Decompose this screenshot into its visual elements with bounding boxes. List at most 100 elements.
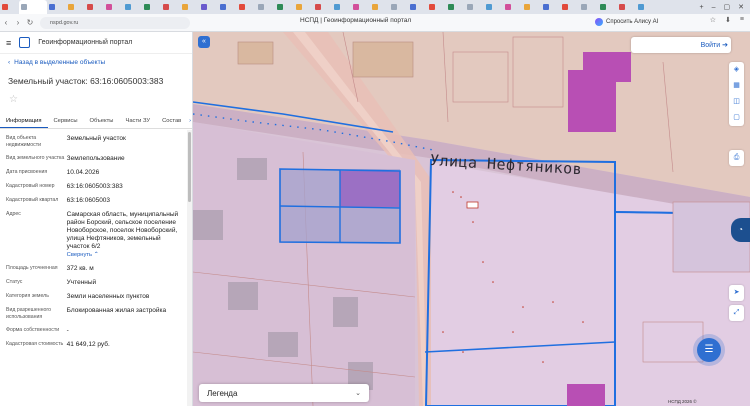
tab-parcel-parts[interactable]: Части ЗУ <box>119 113 156 128</box>
tab-favicon-icon <box>21 4 27 10</box>
browser-tab[interactable] <box>199 0 218 14</box>
attr-key: Кадастровая стоимость <box>6 341 64 347</box>
browser-tab[interactable] <box>180 0 199 14</box>
browser-tab[interactable] <box>294 0 313 14</box>
tab-favicon-icon <box>562 4 568 10</box>
marker-rect <box>466 201 479 209</box>
browser-tab[interactable] <box>256 0 275 14</box>
login-button[interactable]: Войти ➔ <box>701 41 728 49</box>
browser-tab[interactable] <box>351 0 370 14</box>
attr-value[interactable]: 63:16:0605003 <box>67 197 184 205</box>
chat-support-button[interactable]: ☰ <box>697 338 721 362</box>
tab-information[interactable]: Информация <box>0 113 48 128</box>
side-drawer-button[interactable]: ◔ <box>731 218 750 242</box>
layers-icon[interactable]: ◈ <box>729 62 744 78</box>
maximize-icon[interactable]: ▢ <box>724 3 731 11</box>
collapse-address-link[interactable]: Свернуть ⌃ <box>67 251 184 259</box>
basemap-icon[interactable]: ▦ <box>729 78 744 94</box>
browser-tab[interactable] <box>66 0 85 14</box>
browser-tab[interactable] <box>465 0 484 14</box>
panel-scrollbar-thumb[interactable] <box>188 132 191 202</box>
tab-services[interactable]: Сервисы <box>48 113 84 128</box>
minimize-icon[interactable]: – <box>712 4 716 11</box>
back-to-selected-link[interactable]: ‹ Назад в выделенные объекты <box>8 59 105 66</box>
tab-favicon-icon <box>201 4 207 10</box>
browser-tab[interactable] <box>541 0 560 14</box>
browser-tab[interactable] <box>522 0 541 14</box>
legend-label: Легенда <box>207 388 238 398</box>
measure-icon[interactable]: ◫ <box>729 94 744 110</box>
browser-tab[interactable] <box>237 0 256 14</box>
bookmark-icon[interactable]: ☆ <box>710 16 716 24</box>
attr-value: Земли населенных пунктов <box>66 293 150 300</box>
browser-tab[interactable] <box>446 0 465 14</box>
browser-tab[interactable] <box>47 0 66 14</box>
browser-tab[interactable] <box>85 0 104 14</box>
browser-tab[interactable] <box>123 0 142 14</box>
attr-row: Вид разрешенного использования Блокирова… <box>6 307 184 321</box>
browser-tab[interactable] <box>332 0 351 14</box>
attr-value: 10.04.2026 <box>66 169 100 176</box>
download-icon[interactable]: ⬇ <box>725 16 731 24</box>
attr-value: 41 649,12 руб. <box>66 341 110 348</box>
attr-row: Статус Учтенный <box>6 279 184 287</box>
login-arrow-icon: ➔ <box>722 42 728 49</box>
browser-tab[interactable] <box>389 0 408 14</box>
browser-tab[interactable] <box>104 0 123 14</box>
favorite-star-icon[interactable]: ☆ <box>9 94 18 105</box>
chevron-up-icon: ⌃ <box>93 252 99 258</box>
close-icon[interactable]: ✕ <box>738 3 744 11</box>
browser-tab[interactable] <box>636 0 655 14</box>
tab-favicon-icon <box>524 4 530 10</box>
tab-favicon-icon <box>87 4 93 10</box>
browser-tab[interactable] <box>560 0 579 14</box>
hamburger-menu-icon[interactable]: ≡ <box>6 38 11 48</box>
browser-tab[interactable] <box>427 0 446 14</box>
attr-row: Кадастровая стоимость 41 649,12 руб. <box>6 341 184 349</box>
tab-favicon-icon <box>581 4 587 10</box>
tab-favicon-icon <box>638 4 644 10</box>
attr-value: 372 кв. м <box>66 265 94 272</box>
new-tab-icon[interactable]: + <box>700 4 704 11</box>
fullscreen-icon[interactable]: ⤢ <box>729 305 744 321</box>
reload-icon[interactable]: ↻ <box>24 18 36 27</box>
menu-icon[interactable]: ≡ <box>740 16 744 24</box>
tab-favicon-icon <box>277 4 283 10</box>
browser-tab[interactable] <box>617 0 636 14</box>
browser-tab[interactable] <box>161 0 180 14</box>
tab-favicon-icon <box>486 4 492 10</box>
browser-tab[interactable] <box>19 0 47 14</box>
browser-tab[interactable] <box>598 0 617 14</box>
draw-icon[interactable]: ▢ <box>729 110 744 126</box>
attr-key: Площадь уточненная <box>6 265 58 271</box>
forward-icon[interactable]: › <box>12 18 24 27</box>
browser-tab[interactable] <box>408 0 427 14</box>
browser-tab[interactable] <box>142 0 161 14</box>
browser-tab[interactable] <box>275 0 294 14</box>
attr-value[interactable]: 63:16:0605003:383 <box>67 183 184 191</box>
tab-objects[interactable]: Объекты <box>84 113 120 128</box>
map-canvas[interactable] <box>193 32 750 406</box>
tab-composition[interactable]: Состав <box>156 113 187 128</box>
ask-alice-button[interactable]: Спросить Алису AI <box>595 16 658 28</box>
browser-tab[interactable] <box>370 0 389 14</box>
attr-key: Кадастровый квартал <box>6 197 59 203</box>
tab-favicon-icon <box>448 4 454 10</box>
browser-tab[interactable] <box>218 0 237 14</box>
collapse-panel-button[interactable]: « <box>198 36 210 48</box>
browser-tab[interactable] <box>0 0 19 14</box>
address-value: Самарская область, муниципальный район Б… <box>66 211 179 250</box>
browser-tab[interactable] <box>503 0 522 14</box>
browser-tab[interactable] <box>579 0 598 14</box>
back-icon[interactable]: ‹ <box>0 18 12 27</box>
attr-key: Вид объекта недвижимости <box>6 135 42 148</box>
legend-dropdown[interactable]: Легенда ⌄ <box>199 384 369 402</box>
tab-favicon-icon <box>68 4 74 10</box>
tab-favicon-icon <box>125 4 131 10</box>
print-icon[interactable]: ⎙ <box>729 150 744 166</box>
locate-icon[interactable]: ➤ <box>729 285 744 301</box>
browser-tab[interactable] <box>313 0 332 14</box>
url-field[interactable]: nspd.gov.ru <box>40 16 190 29</box>
attr-key: Вид земельного участка <box>6 155 65 161</box>
browser-tab[interactable] <box>484 0 503 14</box>
